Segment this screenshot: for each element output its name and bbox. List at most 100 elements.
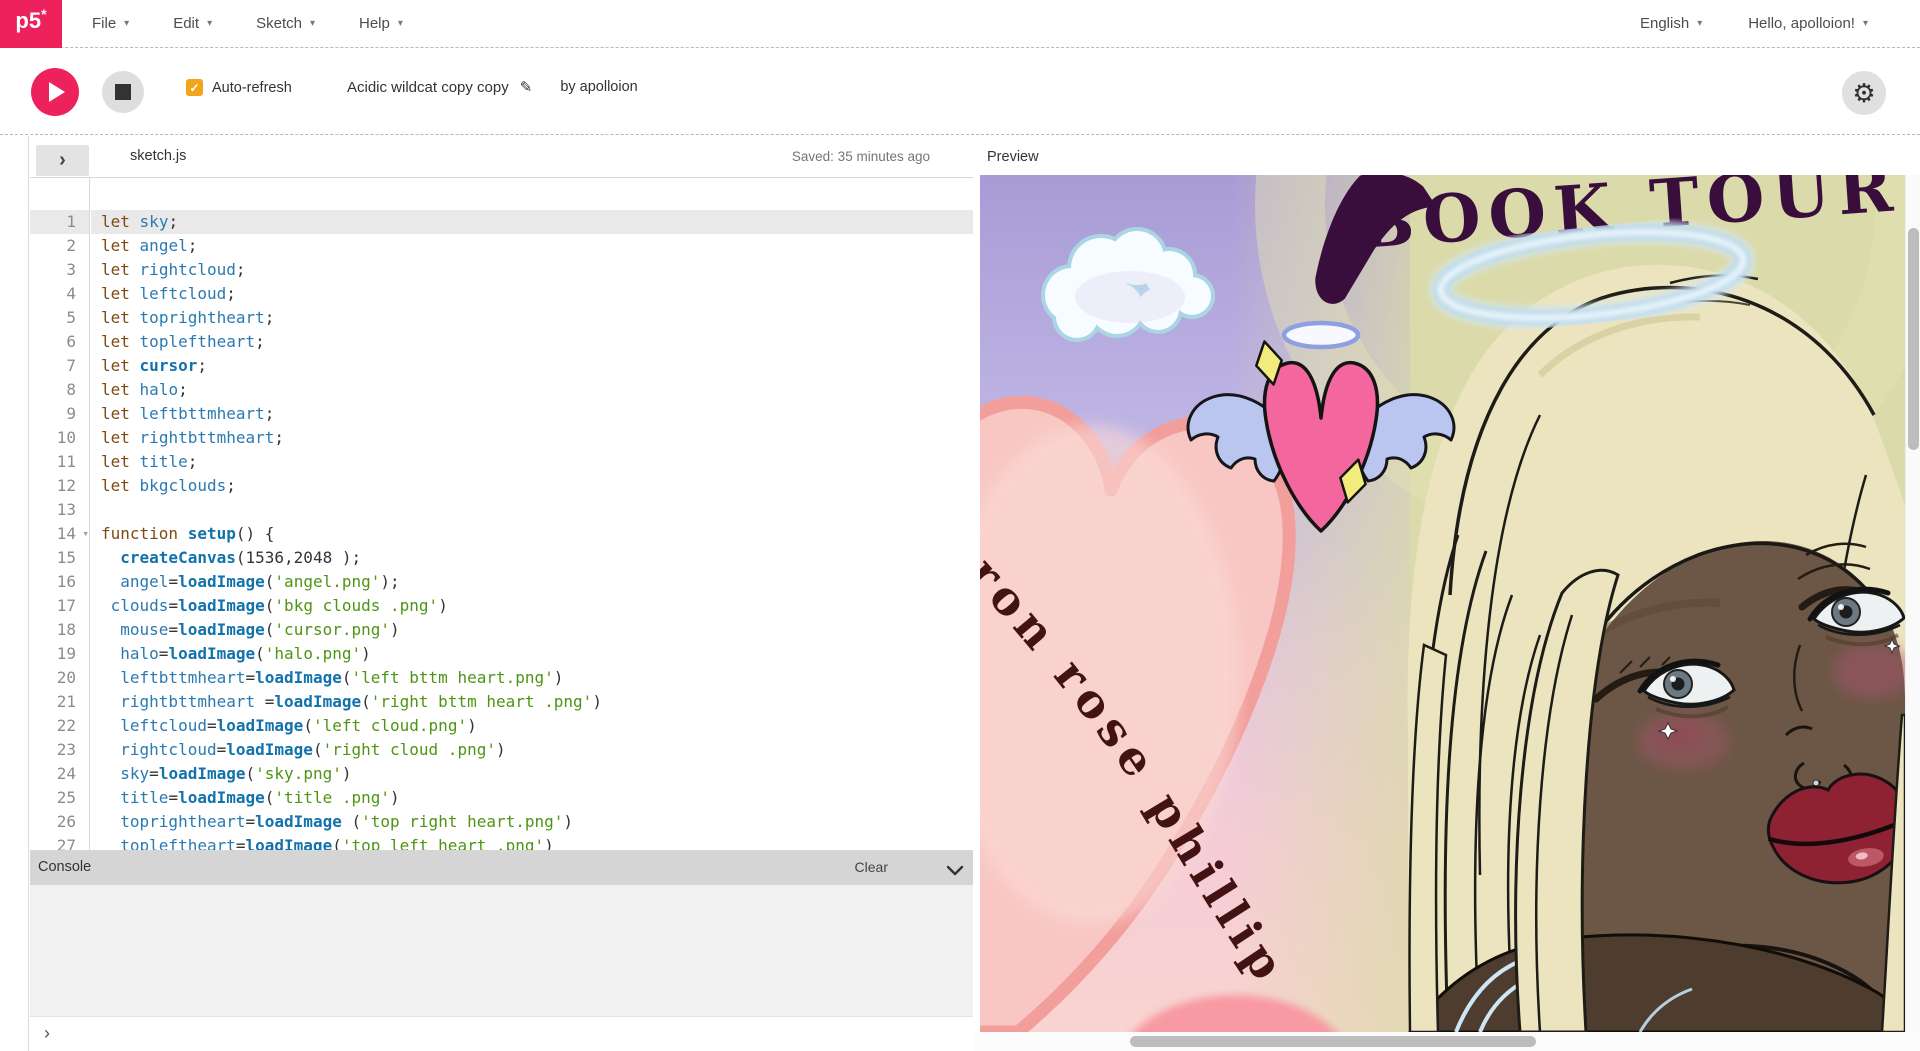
code-line[interactable]: mouse=loadImage('cursor.png')	[91, 618, 973, 642]
code-line[interactable]: createCanvas(1536,2048 );	[91, 546, 973, 570]
code-line[interactable]: toprightheart=loadImage ('top right hear…	[91, 810, 973, 834]
code-line[interactable]: halo=loadImage('halo.png')	[91, 642, 973, 666]
line-number: 2	[66, 236, 76, 255]
line-number: 15	[56, 548, 76, 567]
chevron-down-icon	[946, 865, 964, 876]
line-number: 5	[66, 308, 76, 327]
sketch-title: Acidic wildcat copy copy	[347, 78, 509, 96]
chevron-down-icon: ▾	[1697, 18, 1703, 29]
code-line[interactable]: clouds=loadImage('bkg clouds .png')	[91, 594, 973, 618]
menu-file[interactable]: File ▾	[92, 15, 129, 32]
autorefresh-control: ✓ Auto-refresh	[186, 79, 292, 96]
code-line[interactable]: leftbttmheart=loadImage('left bttm heart…	[91, 666, 973, 690]
code-line[interactable]: rightbttmheart =loadImage('right bttm he…	[91, 690, 973, 714]
play-icon	[49, 82, 65, 102]
language-selector[interactable]: English ▾	[1640, 15, 1702, 32]
line-number: 16	[56, 572, 76, 591]
code-line[interactable]: let toprightheart;	[91, 306, 973, 330]
line-number: 27	[56, 836, 76, 850]
code-editor[interactable]: 1 2 3 4 5 6 7 8 9 10 11 12 13 14 ▾ 15 16 17 18 19 20 21 22 23 24…	[30, 178, 973, 850]
settings-button[interactable]: ⚙	[1842, 71, 1886, 115]
menu-sketch-label: Sketch	[256, 15, 302, 32]
play-button[interactable]	[31, 68, 79, 116]
line-number: 19	[56, 644, 76, 663]
code-line[interactable]: let angel;	[91, 234, 973, 258]
line-number: 9	[66, 404, 76, 423]
code-line[interactable]: angel=loadImage('angel.png');	[91, 570, 973, 594]
edit-title-pencil-icon[interactable]: ✎	[520, 78, 533, 96]
code-line[interactable]	[91, 498, 973, 522]
main-area: › sketch.js Saved: 35 minutes ago 123456…	[0, 136, 1920, 1051]
code-line[interactable]: let rightbttmheart;	[91, 426, 973, 450]
code-line[interactable]: function setup() {	[91, 522, 973, 546]
p5-logo[interactable]: p5 *	[0, 0, 62, 48]
line-number: 25	[56, 788, 76, 807]
tab-sketch-js[interactable]: sketch.js	[130, 148, 186, 164]
expand-files-button[interactable]: ›	[36, 145, 89, 176]
preview-pane: Preview BOOK TOUR on rose phillip	[974, 136, 1920, 1051]
small-halo	[1281, 320, 1361, 350]
code-line[interactable]: let leftbttmheart;	[91, 402, 973, 426]
code-line[interactable]: sky=loadImage('sky.png')	[91, 762, 973, 786]
line-number: 11	[56, 452, 76, 471]
line-number: 22	[56, 716, 76, 735]
chevron-right-icon: ›	[59, 149, 66, 171]
console-input-row[interactable]: ›	[30, 1016, 973, 1051]
line-number: 26	[56, 812, 76, 831]
code-line[interactable]: let leftcloud;	[91, 282, 973, 306]
code-line[interactable]: leftcloud=loadImage('left cloud.png')	[91, 714, 973, 738]
code-line[interactable]: let topleftheart;	[91, 330, 973, 354]
code-line[interactable]: let cursor;	[91, 354, 973, 378]
code-line[interactable]: let bkgclouds;	[91, 474, 973, 498]
chevron-down-icon: ▾	[124, 18, 130, 29]
chevron-down-icon: ▾	[1862, 18, 1868, 29]
chevron-down-icon: ▾	[397, 18, 403, 29]
preview-title: Preview	[987, 149, 1039, 165]
console-collapse-button[interactable]	[946, 863, 964, 881]
editor-pane: › sketch.js Saved: 35 minutes ago 123456…	[30, 136, 973, 1051]
sketch-title-group: Acidic wildcat copy copy ✎ by apolloion	[347, 78, 638, 97]
line-number: 18	[56, 620, 76, 639]
sketch-canvas[interactable]: BOOK TOUR on rose phillip	[980, 175, 1905, 1032]
code-line[interactable]: let halo;	[91, 378, 973, 402]
code-line[interactable]: let title;	[91, 450, 973, 474]
gear-icon: ⚙	[1852, 78, 1876, 108]
line-number: 7	[66, 356, 76, 375]
menu-edit-label: Edit	[173, 15, 200, 32]
menu-edit[interactable]: Edit ▾	[173, 15, 212, 32]
preview-horizontal-scrollbar[interactable]	[974, 1032, 1920, 1051]
line-number: 14 ▾	[30, 522, 89, 546]
code-line[interactable]: topleftheart=loadImage('top left heart .…	[91, 834, 973, 850]
menu-sketch[interactable]: Sketch ▾	[256, 15, 315, 32]
sketch-byline: by apolloion	[560, 79, 638, 95]
saved-status: Saved: 35 minutes ago	[791, 149, 930, 164]
language-label: English	[1639, 15, 1690, 32]
line-number: 23	[56, 740, 76, 759]
horizontal-scrollbar-thumb[interactable]	[1130, 1036, 1536, 1047]
console-output	[30, 885, 973, 1016]
code-line[interactable]: let sky;	[91, 210, 973, 234]
line-number: 8	[66, 380, 76, 399]
line-number: 21	[56, 692, 76, 711]
greeting-label: Hello, apolloion!	[1748, 15, 1855, 32]
fold-arrow-icon[interactable]: ▾	[82, 522, 89, 546]
code-line[interactable]: title=loadImage('title .png')	[91, 786, 973, 810]
editor-tabbar: › sketch.js Saved: 35 minutes ago	[30, 136, 973, 178]
autorefresh-checkbox[interactable]: ✓	[186, 79, 203, 96]
preview-vertical-scrollbar[interactable]	[1905, 175, 1920, 1032]
line-number: 10	[56, 428, 76, 447]
console-clear-button[interactable]: Clear	[855, 859, 888, 875]
account-menu[interactable]: Hello, apolloion! ▾	[1748, 15, 1868, 32]
menu-help[interactable]: Help ▾	[359, 15, 403, 32]
console-prompt-icon: ›	[44, 1023, 50, 1043]
code-line[interactable]: let rightcloud;	[91, 258, 973, 282]
vertical-scrollbar-thumb[interactable]	[1908, 228, 1919, 450]
code-line[interactable]: rightcloud=loadImage('right cloud .png')	[91, 738, 973, 762]
collapsed-sidebar-strip	[0, 136, 29, 1051]
line-number: 6	[66, 332, 76, 351]
code-lines[interactable]: let sky; let angel; let rightcloud; let lef…	[91, 178, 973, 850]
stop-button[interactable]	[102, 71, 144, 113]
nav-right: English ▾ Hello, apolloion! ▾	[1640, 15, 1868, 32]
menu-help-label: Help	[358, 15, 390, 32]
console-header: Console Clear	[30, 850, 973, 885]
